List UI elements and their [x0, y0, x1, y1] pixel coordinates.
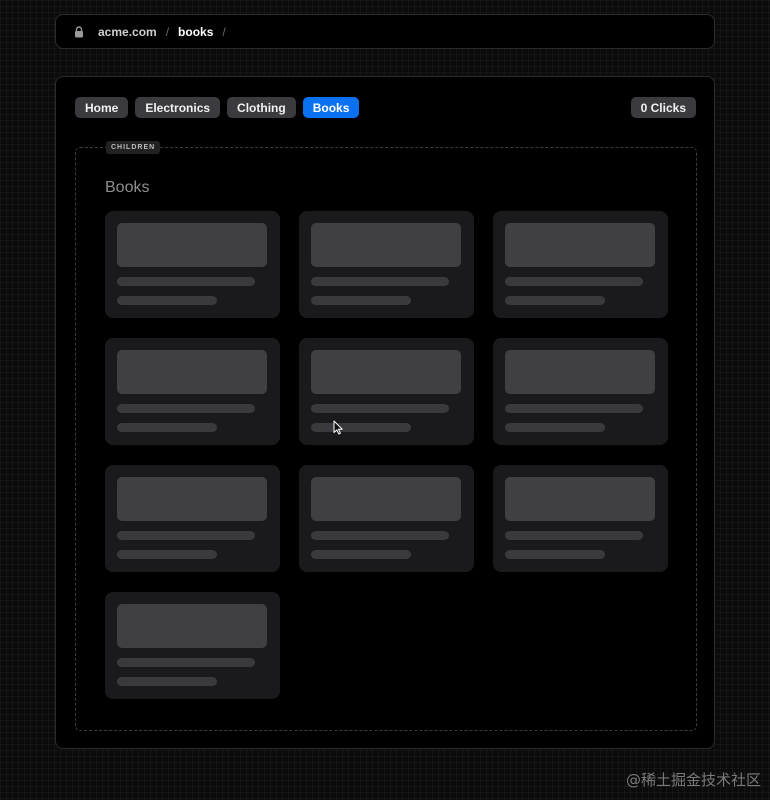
skeleton-card [105, 592, 280, 699]
skeleton-card-image [117, 604, 267, 648]
skeleton-card-image [311, 223, 461, 267]
lock-icon [74, 25, 84, 38]
skeleton-card-subtitle-line [311, 423, 411, 432]
skeleton-card-title-line [311, 404, 449, 413]
skeleton-card-subtitle-line [505, 423, 605, 432]
skeleton-card-title-line [117, 531, 255, 540]
skeleton-card [493, 211, 668, 318]
skeleton-card-subtitle-line [311, 550, 411, 559]
skeleton-card-image [505, 350, 655, 394]
skeleton-card-subtitle-line [117, 423, 217, 432]
skeleton-card-title-line [505, 404, 643, 413]
skeleton-card [299, 338, 474, 445]
skeleton-card-subtitle-line [505, 550, 605, 559]
breadcrumb-current[interactable]: books [178, 25, 213, 39]
children-label: CHILDREN [106, 141, 161, 154]
skeleton-card-image [311, 477, 461, 521]
category-nav: Home Electronics Clothing Books [75, 97, 360, 118]
skeleton-card-title-line [505, 277, 643, 286]
skeleton-card [105, 338, 280, 445]
tab-clothing[interactable]: Clothing [227, 97, 296, 118]
skeleton-card-image [117, 223, 267, 267]
skeleton-card-subtitle-line [505, 296, 605, 305]
clicks-counter-button[interactable]: 0 Clicks [630, 97, 696, 118]
skeleton-card-image [311, 350, 461, 394]
skeleton-card-image [117, 350, 267, 394]
skeleton-card [493, 338, 668, 445]
breadcrumb-domain[interactable]: acme.com [98, 25, 157, 39]
skeleton-card-title-line [117, 404, 255, 413]
children-slot: CHILDREN Books [75, 141, 697, 731]
breadcrumb-trailing-separator: / [222, 24, 226, 39]
skeleton-card-subtitle-line [117, 296, 217, 305]
skeleton-card [299, 465, 474, 572]
section-title: Books [105, 179, 150, 196]
skeleton-card-title-line [311, 277, 449, 286]
skeleton-card-subtitle-line [311, 296, 411, 305]
breadcrumb-separator: / [165, 24, 170, 39]
tab-books[interactable]: Books [302, 97, 360, 118]
skeleton-card-subtitle-line [117, 677, 217, 686]
skeleton-card-image [117, 477, 267, 521]
address-bar[interactable]: acme.com / books / [55, 14, 715, 49]
tab-home[interactable]: Home [75, 97, 129, 118]
skeleton-card-subtitle-line [117, 550, 217, 559]
skeleton-card [105, 211, 280, 318]
skeleton-card [493, 465, 668, 572]
app-window: Home Electronics Clothing Books 0 Clicks… [55, 76, 715, 749]
skeleton-card-title-line [117, 658, 255, 667]
skeleton-card-title-line [505, 531, 643, 540]
skeleton-card [299, 211, 474, 318]
watermark: @稀土掘金技术社区 [625, 771, 761, 789]
skeleton-card [105, 465, 280, 572]
skeleton-card-image [505, 223, 655, 267]
skeleton-grid [105, 211, 668, 699]
skeleton-card-title-line [311, 531, 449, 540]
skeleton-card-title-line [117, 277, 255, 286]
tab-electronics[interactable]: Electronics [135, 97, 221, 118]
mouse-pointer-icon [333, 420, 343, 435]
skeleton-card-image [505, 477, 655, 521]
